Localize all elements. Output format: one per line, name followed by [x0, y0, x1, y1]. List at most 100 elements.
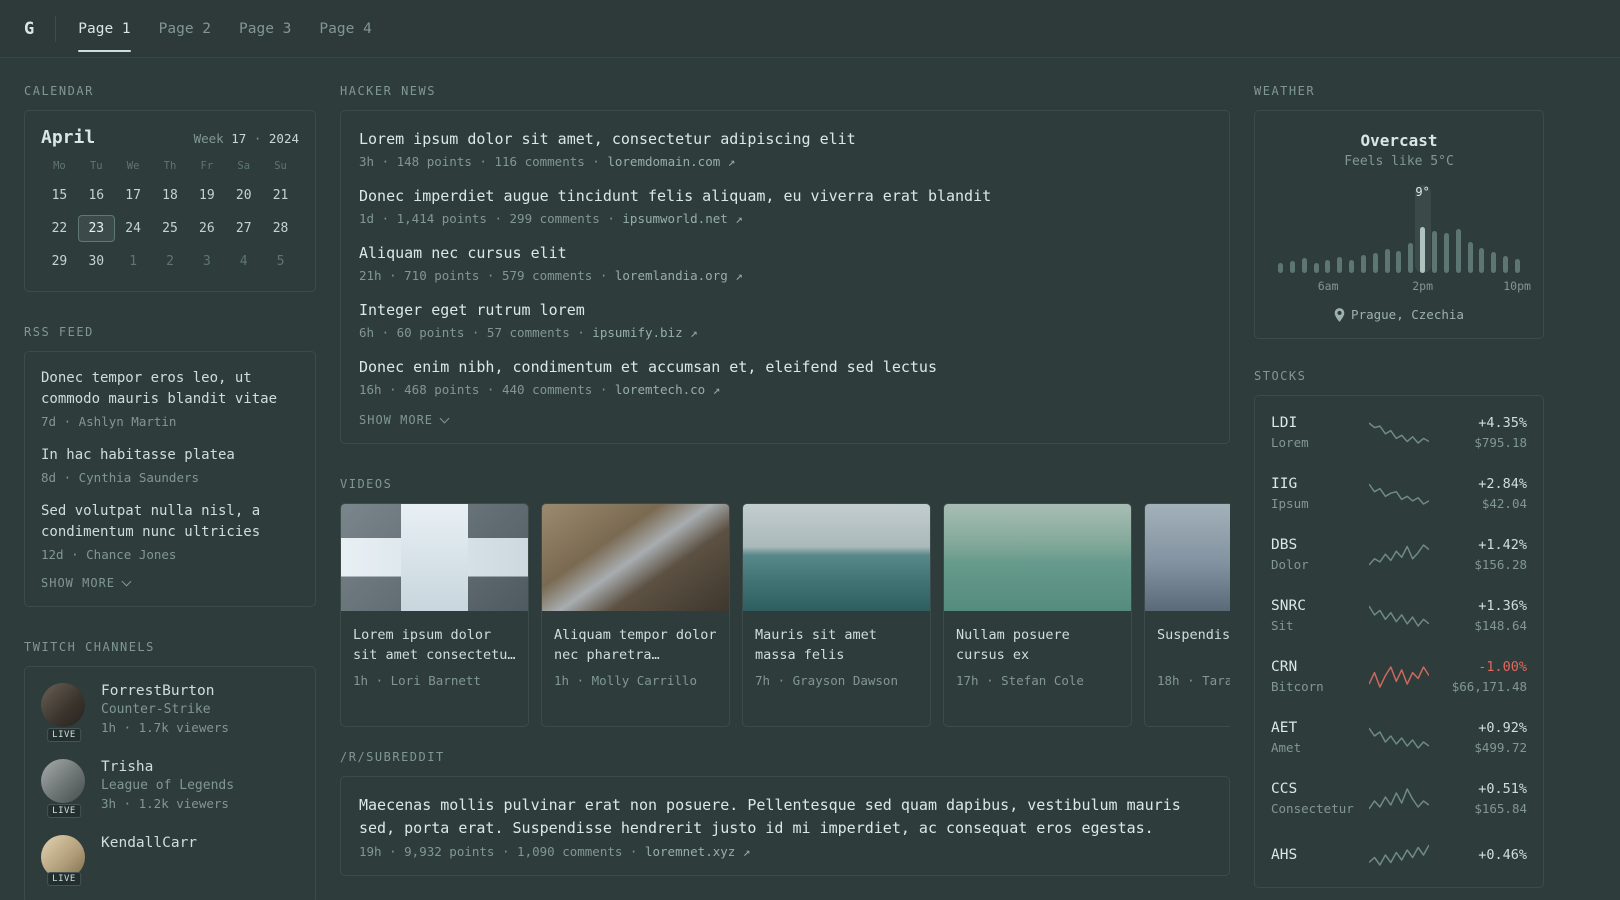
stock-symbol[interactable]: AHS	[1271, 847, 1359, 863]
stock-info: CRN Bitcorn	[1271, 659, 1359, 694]
twitch-avatar-wrap: LIVE	[41, 759, 87, 818]
stock-sparkline-chart	[1369, 483, 1429, 505]
calendar-day: 1	[129, 254, 138, 269]
tab-page-2[interactable]: Page 2	[145, 0, 225, 57]
header-divider	[55, 15, 57, 42]
stock-info: DBS Dolor	[1271, 537, 1359, 572]
video-card-body: Suspendisse diam 18h · Tara	[1145, 611, 1230, 726]
video-card[interactable]: Aliquam tempor dolor nec pharetra… 1h · M…	[541, 503, 730, 727]
weather-hourly-chart: 9°	[1275, 185, 1523, 273]
stock-sparkline-chart	[1369, 727, 1429, 749]
left-column: CALENDAR April Week 17 · 2024 Mo Tu We Th Fr…	[24, 84, 316, 900]
stock-symbol[interactable]: IIG	[1271, 476, 1359, 492]
hacker-news-list: Lorem ipsum dolor sit amet, consectetur …	[359, 128, 1211, 397]
video-thumbnail[interactable]	[542, 504, 729, 611]
stock-values: +2.84% $42.04	[1439, 476, 1527, 511]
hacker-news-item-title[interactable]: Donec enim nibh, condimentum et accumsan…	[359, 356, 1211, 378]
video-title[interactable]: Nullam posuere cursus ex	[956, 625, 1119, 665]
rss-item-title[interactable]: Donec tempor eros leo, ut commodo mauris…	[41, 368, 299, 410]
calendar-weekday: Th	[163, 160, 177, 172]
subreddit-post-list: Maecenas mollis pulvinar erat non posuer…	[359, 794, 1211, 859]
hacker-news-show-more-button[interactable]: SHOW MORE	[359, 413, 1211, 427]
videos-row: Lorem ipsum dolor sit amet consectetu… 1h…	[340, 503, 1230, 727]
weather-bar	[1325, 260, 1331, 273]
twitch-channel-row: LIVE Trisha League of Legends 3h · 1.2k vie…	[41, 759, 299, 818]
channel-avatar[interactable]	[41, 759, 85, 803]
video-card-body: Lorem ipsum dolor sit amet consectetu… 1h…	[341, 611, 528, 726]
rss-item-meta: 7d · Ashlyn Martin	[41, 414, 177, 429]
calendar-day: 17	[125, 188, 141, 203]
weather-bar	[1301, 258, 1307, 273]
video-title[interactable]: Aliquam tempor dolor nec pharetra…	[554, 625, 717, 665]
tab-page-4[interactable]: Page 4	[305, 0, 385, 57]
hacker-news-item-source-link[interactable]: loremdomain.com ↗	[607, 154, 735, 169]
video-thumbnail[interactable]	[1145, 504, 1230, 611]
hacker-news-item-title[interactable]: Integer eget rutrum lorem	[359, 299, 1211, 321]
video-thumbnail[interactable]	[743, 504, 930, 611]
channel-category[interactable]: Counter-Strike	[101, 702, 229, 717]
weather-bar	[1313, 263, 1319, 273]
stock-symbol[interactable]: CCS	[1271, 781, 1359, 797]
hacker-news-item-source-link[interactable]: ipsumify.biz ↗	[592, 325, 697, 340]
channel-avatar[interactable]	[41, 683, 85, 727]
weather-bar	[1289, 261, 1295, 273]
hacker-news-item-meta: 6h · 60 points · 57 comments · ipsumify.…	[359, 325, 1211, 340]
hacker-news-item: Lorem ipsum dolor sit amet, consectetur …	[359, 128, 1211, 169]
video-title[interactable]: Suspendisse diam	[1157, 625, 1230, 665]
calendar-day: 3	[202, 254, 211, 269]
video-card[interactable]: Lorem ipsum dolor sit amet consectetu… 1h…	[340, 503, 529, 727]
video-title[interactable]: Mauris sit amet massa felis	[755, 625, 918, 665]
tab-page-3[interactable]: Page 3	[225, 0, 305, 57]
rss-item-title[interactable]: Sed volutpat nulla nisl, a condimentum n…	[41, 501, 299, 543]
stock-symbol[interactable]: CRN	[1271, 659, 1359, 675]
channel-name[interactable]: ForrestBurton	[101, 683, 229, 699]
right-column: WEATHER Overcast Feels like 5°C 9° 6am 2p…	[1254, 84, 1544, 900]
app-logo[interactable]: G	[24, 19, 34, 39]
video-meta: 1h · Lori Barnett	[353, 673, 481, 688]
subreddit-post-title[interactable]: Maecenas mollis pulvinar erat non posuer…	[359, 794, 1211, 840]
hacker-news-item-title[interactable]: Donec imperdiet augue tincidunt felis al…	[359, 185, 1211, 207]
stock-name: Dolor	[1271, 557, 1309, 572]
rss-show-more-button[interactable]: SHOW MORE	[41, 576, 299, 590]
stock-symbol[interactable]: SNRC	[1271, 598, 1359, 614]
calendar-day: 26	[199, 221, 215, 236]
stock-info: SNRC Sit	[1271, 598, 1359, 633]
twitch-channel-info: Trisha League of Legends 3h · 1.2k viewers	[101, 759, 234, 811]
subreddit-post-meta: 19h · 9,932 points · 1,090 comments · lo…	[359, 844, 1211, 859]
hacker-news-item-title[interactable]: Aliquam nec cursus elit	[359, 242, 1211, 264]
tab-page-1[interactable]: Page 1	[64, 0, 144, 57]
weather-bar	[1337, 257, 1343, 273]
channel-viewers: 1h · 1.7k viewers	[101, 720, 229, 735]
video-title[interactable]: Lorem ipsum dolor sit amet consectetu…	[353, 625, 516, 665]
hacker-news-item-source-link[interactable]: ipsumworld.net ↗	[622, 211, 742, 226]
video-card[interactable]: Mauris sit amet massa felis 7h · Grayson …	[742, 503, 931, 727]
stock-symbol[interactable]: DBS	[1271, 537, 1359, 553]
channel-category[interactable]: League of Legends	[101, 778, 234, 793]
hacker-news-item-meta-text: 16h · 468 points · 440 comments ·	[359, 382, 615, 397]
video-card[interactable]: Suspendisse diam 18h · Tara	[1144, 503, 1230, 727]
hacker-news-item-title[interactable]: Lorem ipsum dolor sit amet, consectetur …	[359, 128, 1211, 150]
weather-bar	[1408, 243, 1414, 273]
stock-change: +1.42%	[1478, 537, 1527, 553]
stock-values: +0.46%	[1439, 847, 1527, 863]
video-thumbnail[interactable]	[944, 504, 1131, 611]
hacker-news-item-source-link[interactable]: loremtech.co ↗	[615, 382, 720, 397]
stock-symbol[interactable]: LDI	[1271, 415, 1359, 431]
rss-list: Donec tempor eros leo, ut commodo mauris…	[41, 368, 299, 562]
stock-symbol[interactable]: AET	[1271, 720, 1359, 736]
external-link-icon: ↗	[742, 844, 751, 859]
stock-info: AET Amet	[1271, 720, 1359, 755]
channel-name[interactable]: Trisha	[101, 759, 234, 775]
channel-name[interactable]: KendallCarr	[101, 835, 197, 851]
weather-bar	[1443, 233, 1449, 273]
calendar-day: 22	[51, 221, 68, 236]
rss-item-title[interactable]: In hac habitasse platea	[41, 445, 299, 466]
video-card[interactable]: Nullam posuere cursus ex 17h · Stefan Col…	[943, 503, 1132, 727]
hacker-news-item-source-link[interactable]: loremlandia.org ↗	[615, 268, 743, 283]
weather-bar	[1431, 231, 1437, 273]
video-thumbnail[interactable]	[341, 504, 528, 611]
twitch-channel-info: KendallCarr	[101, 835, 197, 879]
external-link-icon: ↗	[690, 325, 698, 340]
subreddit-post-source-link[interactable]: loremnet.xyz ↗	[645, 844, 750, 859]
stocks-widget: STOCKS LDI Lorem +4.35% $795.18 IIG Ipsum +2.8…	[1254, 369, 1544, 888]
